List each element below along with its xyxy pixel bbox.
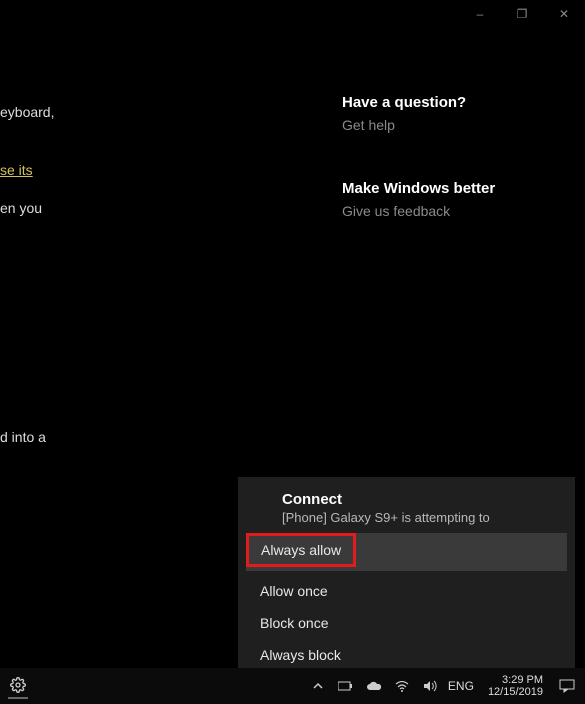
volume-icon[interactable] xyxy=(420,676,440,696)
taskbar-date: 12/15/2019 xyxy=(488,686,543,698)
toast-title: Connect xyxy=(282,491,555,508)
maximize-button[interactable]: ❐ xyxy=(501,0,543,28)
give-feedback-link[interactable]: Give us feedback xyxy=(342,203,495,219)
onedrive-icon[interactable] xyxy=(364,676,384,696)
battery-icon[interactable] xyxy=(336,676,356,696)
tray-chevron-up-icon[interactable] xyxy=(308,676,328,696)
taskbar-time: 3:29 PM xyxy=(488,674,543,686)
setting-text-fragment: eyboard, xyxy=(0,104,54,120)
taskbar-clock[interactable]: 3:29 PM 12/15/2019 xyxy=(482,674,549,698)
minimize-button[interactable]: – xyxy=(459,0,501,28)
toast-option-highlighted-row: Always allow xyxy=(246,533,567,571)
connect-notification: Connect [Phone] Galaxy S9+ is attempting… xyxy=(238,477,575,679)
toast-option-always-block[interactable]: Always block xyxy=(246,639,567,671)
language-indicator[interactable]: ENG xyxy=(448,679,474,693)
setting-link-fragment[interactable]: se its xyxy=(0,162,33,178)
make-windows-better-heading: Make Windows better xyxy=(342,180,495,197)
get-help-link[interactable]: Get help xyxy=(342,117,466,133)
action-center-icon[interactable] xyxy=(557,676,577,696)
toast-option-block-once[interactable]: Block once xyxy=(246,607,567,639)
toast-option-allow-once[interactable]: Allow once xyxy=(246,575,567,607)
setting-text-fragment: d into a xyxy=(0,429,46,445)
toast-subtitle: [Phone] Galaxy S9+ is attempting to xyxy=(282,510,555,525)
settings-taskbar-icon[interactable] xyxy=(8,679,28,699)
close-button[interactable]: ✕ xyxy=(543,0,585,28)
wifi-icon[interactable] xyxy=(392,676,412,696)
toast-option-always-allow[interactable]: Always allow xyxy=(246,533,356,567)
have-a-question-heading: Have a question? xyxy=(342,94,466,111)
setting-text-fragment: en you xyxy=(0,200,42,216)
taskbar: ENG 3:29 PM 12/15/2019 xyxy=(0,668,585,704)
